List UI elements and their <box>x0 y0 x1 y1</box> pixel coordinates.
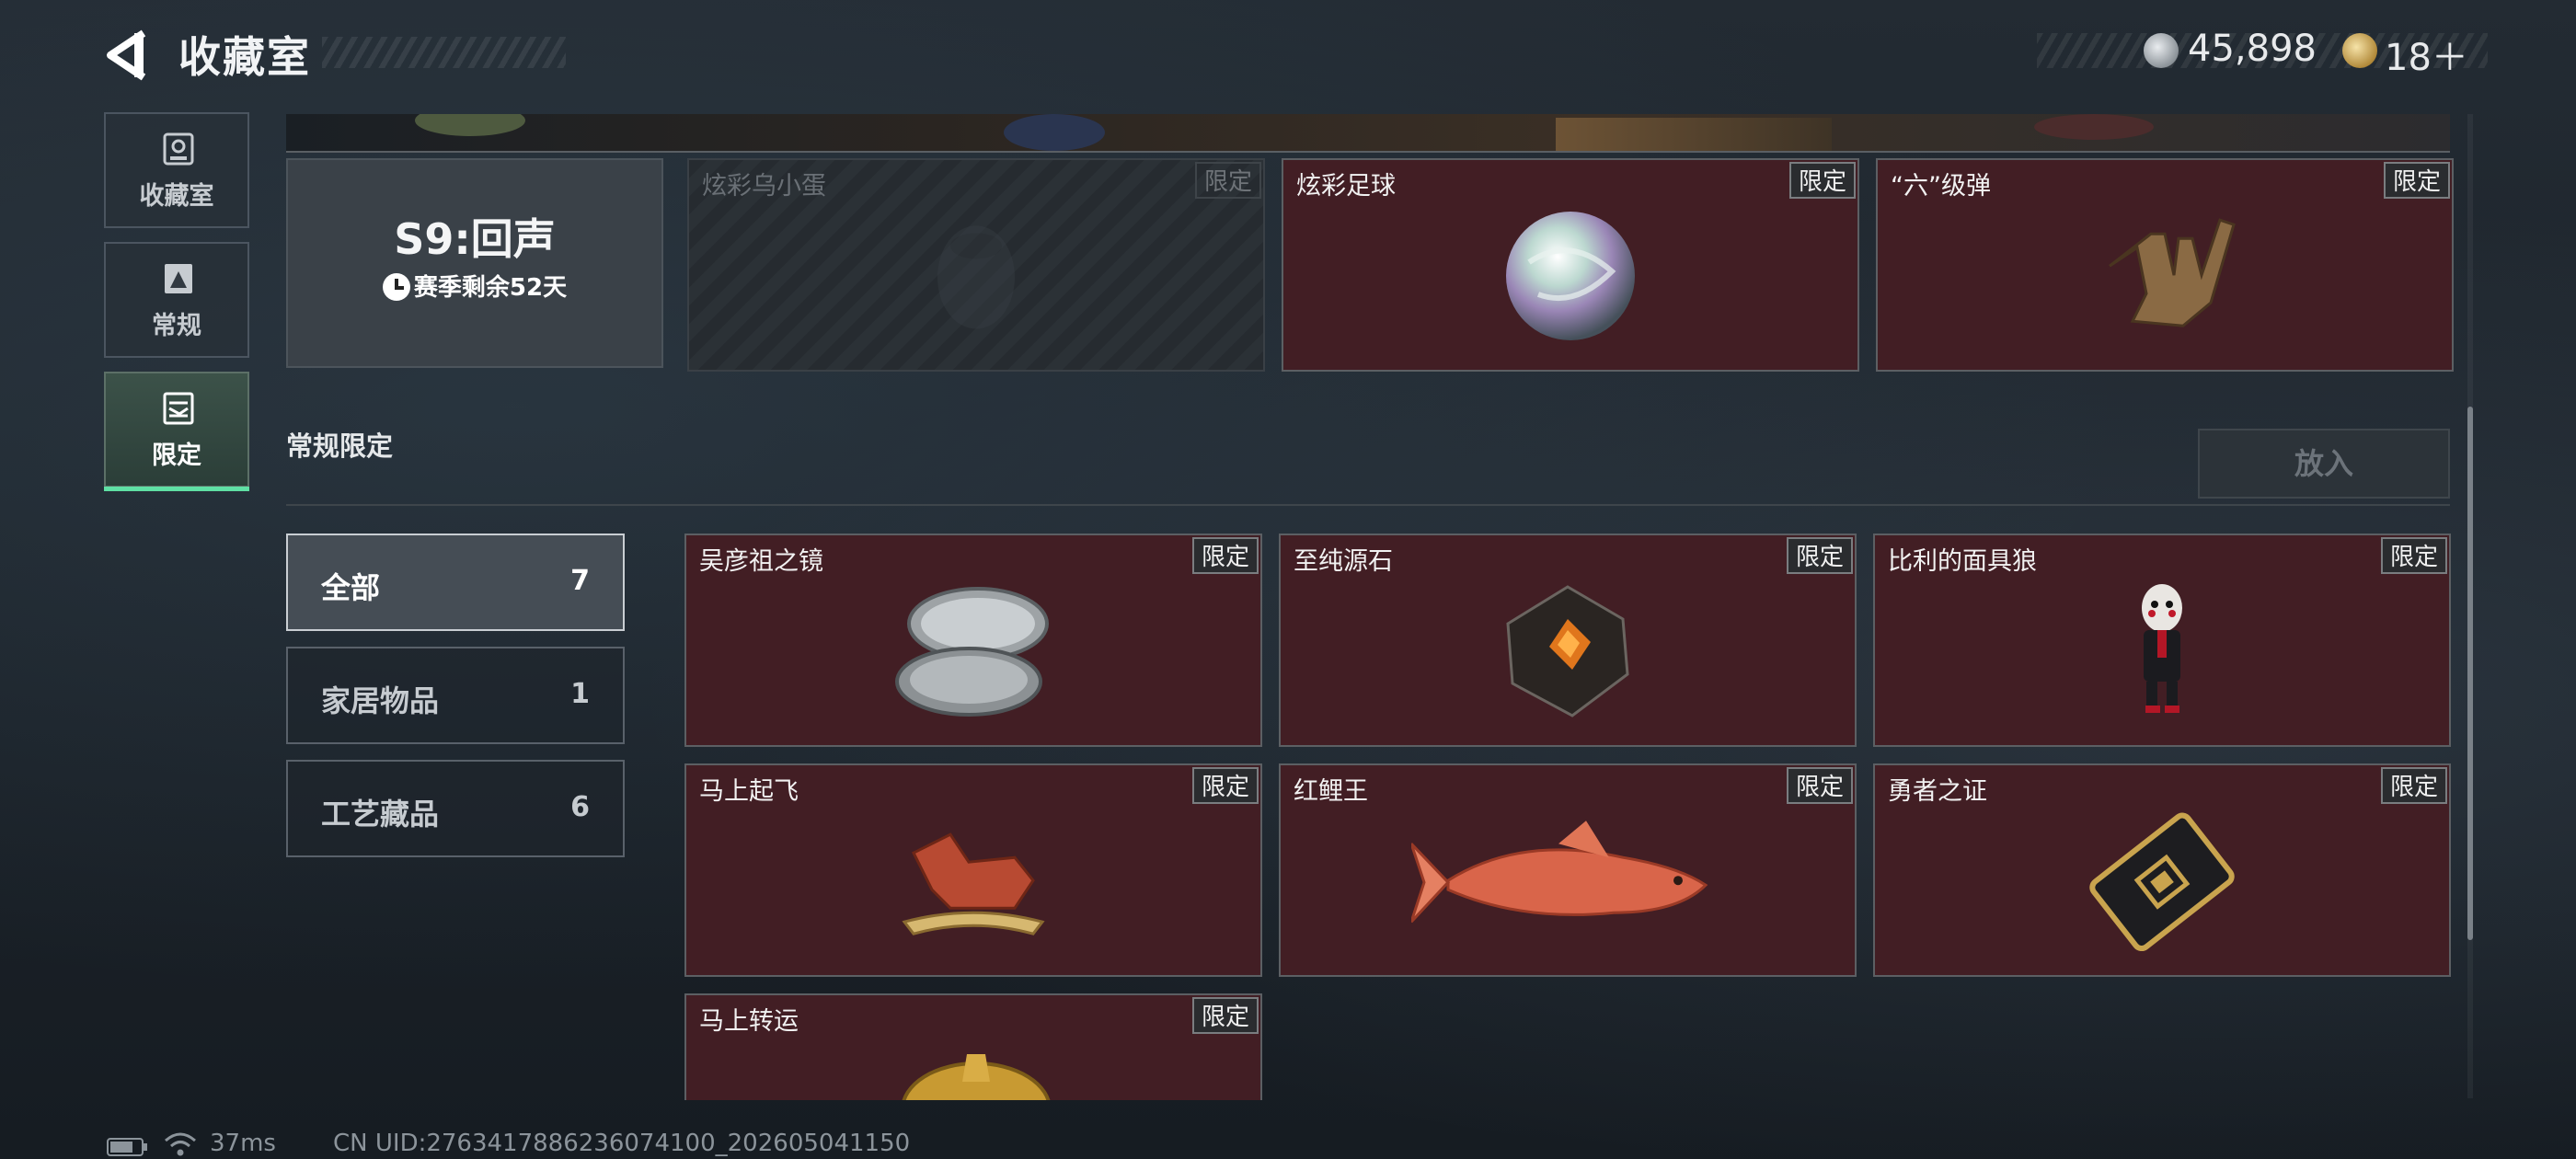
collectible-card[interactable]: 比利的面具狼 限定 <box>1873 534 2451 747</box>
card-name: 吴彦祖之镜 <box>699 547 823 576</box>
card-name: 勇者之证 <box>1888 777 1987 806</box>
bullet-hand-icon <box>2109 218 2236 327</box>
limited-badge: 限定 <box>1191 997 1259 1034</box>
card-name: 炫彩足球 <box>1296 172 1396 201</box>
collectible-card[interactable]: “六”级弹 限定 <box>1876 158 2454 372</box>
card-name: “六”级弹 <box>1891 172 1991 201</box>
regular-icon <box>165 264 192 293</box>
place-button[interactable]: 放入 <box>2198 429 2450 499</box>
category-count: 6 <box>570 791 590 823</box>
wifi-icon <box>165 1132 196 1156</box>
collectible-card[interactable]: 红鲤王 限定 <box>1279 763 1857 977</box>
card-name: 马上起飞 <box>699 777 799 806</box>
category-label: 家居物品 <box>321 683 440 718</box>
origin-stone-icon <box>1506 585 1629 717</box>
back-arrow-icon[interactable] <box>103 28 158 83</box>
collectible-card[interactable]: 吴彦祖之镜 限定 <box>684 534 1262 747</box>
limited-badge: 限定 <box>2380 767 2447 804</box>
category-home-items[interactable]: 家居物品 1 <box>286 647 625 744</box>
season-card: S9:回声 赛季剩余52天 <box>286 158 663 368</box>
card-name: 至纯源石 <box>1294 547 1393 576</box>
gold-token-amount[interactable]: 18＋ <box>2385 28 2468 81</box>
collectible-card[interactable]: 炫彩足球 限定 <box>1282 158 1859 372</box>
compact-mirror-icon <box>895 587 1049 717</box>
card-name: 比利的面具狼 <box>1888 547 2037 576</box>
clock-icon <box>382 273 410 301</box>
nav-regular[interactable]: 常规 <box>104 242 249 358</box>
silver-coin-icon <box>2144 33 2179 68</box>
category-label: 工艺藏品 <box>321 797 440 832</box>
section-divider <box>286 504 2450 506</box>
silver-coin-amount: 45,898 <box>2188 28 2317 70</box>
section-title: 常规限定 <box>286 430 394 462</box>
season-remaining-text: 赛季剩余52天 <box>413 274 568 302</box>
category-craft-collectibles[interactable]: 工艺藏品 6 <box>286 760 625 857</box>
iridescent-ball-icon <box>1506 212 1635 340</box>
nav-label: 限定 <box>152 442 201 470</box>
latency-text: 37ms <box>210 1130 276 1157</box>
category-all[interactable]: 全部 7 <box>286 534 625 631</box>
fortune-coin-icon <box>902 1054 1051 1100</box>
category-count: 7 <box>570 565 590 597</box>
nav-collection-room[interactable]: 收藏室 <box>104 112 249 228</box>
collectible-card[interactable]: 马上转运 限定 <box>684 993 1262 1100</box>
red-carp-icon <box>1411 820 1708 924</box>
title-decoration <box>322 37 566 68</box>
nav-label: 收藏室 <box>139 182 214 211</box>
limited-icon <box>163 392 194 425</box>
limited-badge: 限定 <box>1194 162 1261 199</box>
gold-token-icon[interactable] <box>2342 33 2377 68</box>
collection-room-icon <box>163 132 194 166</box>
billy-puppet-icon <box>2142 584 2182 713</box>
flying-horse-icon <box>902 832 1045 935</box>
limited-badge: 限定 <box>1786 767 1853 804</box>
egg-silhouette-icon <box>937 225 1015 329</box>
nav-limited[interactable]: 限定 <box>104 372 249 491</box>
showcase-banner <box>286 114 2450 153</box>
limited-badge: 限定 <box>1191 537 1259 574</box>
limited-badge: 限定 <box>1191 767 1259 804</box>
category-label: 全部 <box>321 570 381 605</box>
hero-badge-card-icon <box>2089 812 2235 952</box>
season-title: S9:回声 <box>394 214 556 264</box>
card-name: 炫彩乌小蛋 <box>702 172 826 201</box>
limited-badge: 限定 <box>1786 537 1853 574</box>
limited-badge: 限定 <box>2380 537 2447 574</box>
limited-badge: 限定 <box>2383 162 2450 199</box>
collectible-card[interactable]: 勇者之证 限定 <box>1873 763 2451 977</box>
category-count: 1 <box>570 678 590 710</box>
card-name: 马上转运 <box>699 1007 799 1036</box>
collectible-card[interactable]: 马上起飞 限定 <box>684 763 1262 977</box>
scrollbar-thumb[interactable] <box>2467 407 2473 940</box>
collectible-card[interactable]: 炫彩乌小蛋 限定 <box>687 158 1265 372</box>
nav-label: 常规 <box>152 312 201 340</box>
grid-clip: 马上转运 限定 <box>684 993 1264 1100</box>
page-title: 收藏室 <box>178 32 311 82</box>
battery-icon <box>107 1138 147 1156</box>
collectible-card[interactable]: 至纯源石 限定 <box>1279 534 1857 747</box>
card-name: 红鲤王 <box>1294 777 1368 806</box>
limited-badge: 限定 <box>1788 162 1856 199</box>
season-remaining: 赛季剩余52天 <box>288 269 661 303</box>
uid-text: CN UID:2763417886236074100_202605041150 <box>333 1130 911 1157</box>
